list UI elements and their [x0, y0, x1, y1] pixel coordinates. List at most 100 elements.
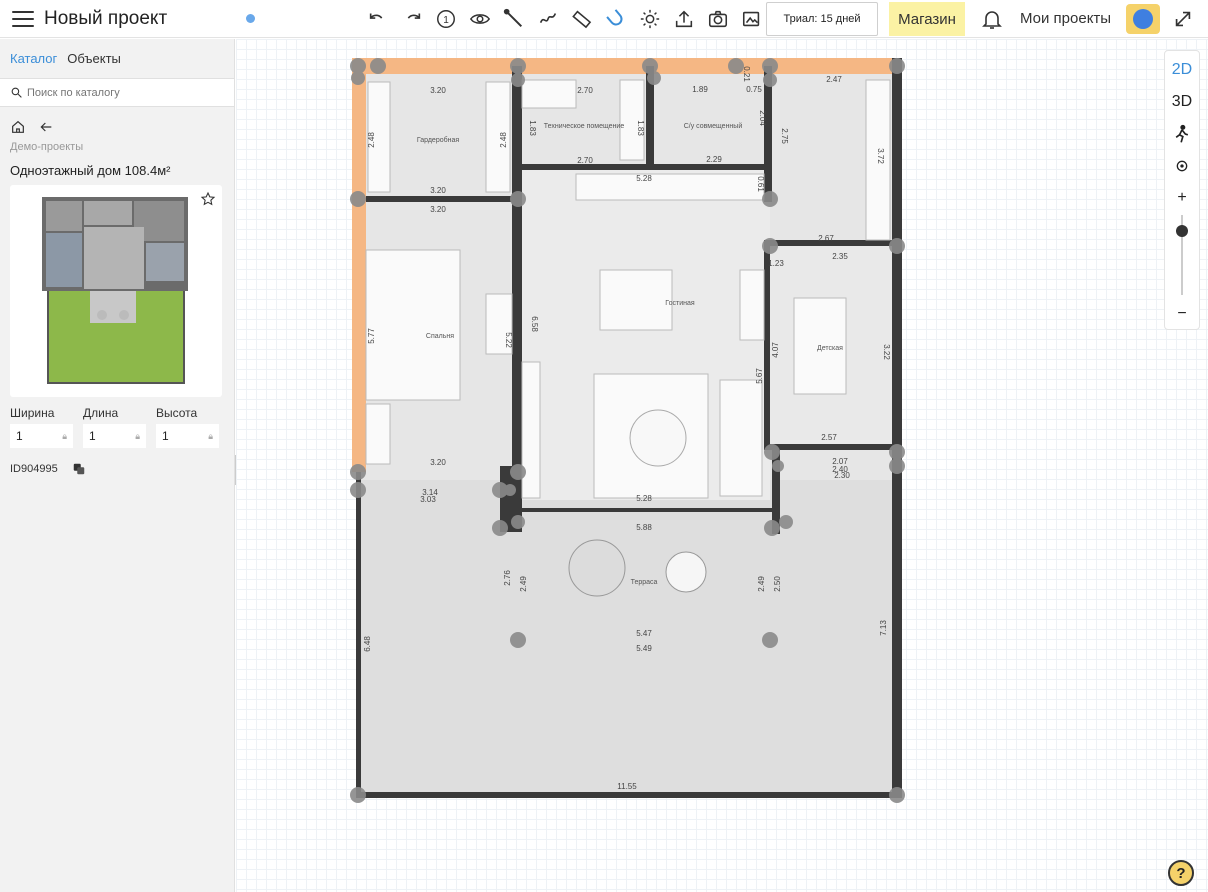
step-number: 1 — [443, 15, 449, 26]
menu-icon[interactable] — [12, 10, 34, 27]
project-title[interactable]: Новый проект — [44, 8, 167, 30]
dim-label: 7.13 — [879, 620, 888, 636]
room-label: С/у совмещенный — [684, 122, 743, 130]
lock-icon: 🔒︎ — [135, 430, 140, 441]
room-label: Гардеробная — [417, 136, 460, 144]
wall-tool-icon[interactable] — [502, 7, 526, 31]
zoom-slider-handle[interactable] — [1176, 225, 1188, 238]
bell-icon[interactable] — [980, 7, 1004, 31]
dim-width: Ширина 1 🔒︎ — [10, 406, 73, 448]
dim-label: 2.48 — [499, 132, 508, 148]
dim-label: 2.70 — [577, 156, 593, 165]
object-id-row: ID904995 — [10, 462, 86, 476]
object-id: ID904995 — [10, 463, 58, 475]
render-icon[interactable] — [740, 7, 764, 31]
view-controls: 2D 3D + − — [1164, 50, 1200, 330]
walk-icon[interactable] — [1172, 121, 1192, 147]
zoom-slider[interactable] — [1176, 215, 1188, 295]
shop-button[interactable]: Магазин — [889, 2, 965, 36]
dim-value: 1 — [16, 429, 23, 443]
zoom-out-button[interactable]: − — [1177, 301, 1186, 327]
undo-icon[interactable] — [366, 7, 390, 31]
dim-label: 3.20 — [430, 86, 446, 95]
lock-icon: 🔒︎ — [208, 430, 213, 441]
back-arrow-icon[interactable] — [38, 119, 54, 135]
redo-icon[interactable] — [400, 7, 424, 31]
floor-plan[interactable]: Гардеробная Техническое помещение С/у со… — [236, 39, 1208, 892]
dim-label: 3.22 — [882, 344, 891, 360]
home-icon[interactable] — [10, 119, 26, 135]
tab-objects[interactable]: Объекты — [67, 51, 121, 66]
room-label: Терраса — [631, 579, 658, 586]
dim-label: 5.88 — [636, 523, 652, 532]
center-view-icon[interactable] — [1174, 153, 1190, 179]
trial-badge[interactable]: Триал: 15 дней — [766, 2, 878, 36]
height-field[interactable]: 1 🔒︎ — [156, 424, 219, 448]
search-icon — [11, 87, 22, 98]
width-field[interactable]: 1 🔒︎ — [10, 424, 73, 448]
dim-label: 5.49 — [636, 644, 652, 653]
upload-icon[interactable] — [672, 7, 696, 31]
dim-label: 5.28 — [636, 174, 652, 183]
ruler-icon[interactable] — [570, 7, 594, 31]
dim-label: 2.04 — [758, 110, 767, 126]
step-icon[interactable]: 1 — [434, 7, 458, 31]
length-field[interactable]: 1 🔒︎ — [83, 424, 146, 448]
sync-status-dot — [246, 14, 255, 23]
eye-icon[interactable] — [468, 7, 492, 31]
nav-row — [10, 119, 54, 135]
dim-label: 2.35 — [832, 252, 848, 261]
dim-label: 5.28 — [636, 494, 652, 503]
dim-label: 2.76 — [503, 570, 512, 586]
dim-label: 11.55 — [617, 782, 637, 791]
dim-length: Длина 1 🔒︎ — [83, 406, 146, 448]
dim-label: 2.50 — [773, 576, 782, 592]
dim-label: 3.20 — [430, 186, 446, 195]
dim-value: 1 — [162, 429, 169, 443]
view-3d-button[interactable]: 3D — [1172, 89, 1192, 115]
dim-label: Ширина — [10, 406, 55, 420]
search-input[interactable] — [27, 86, 207, 99]
dim-label: 1.83 — [636, 120, 645, 136]
dim-label: 1.23 — [768, 259, 784, 268]
copy-icon[interactable] — [72, 462, 86, 476]
lock-icon: 🔒︎ — [62, 430, 67, 441]
dimensions: Ширина 1 🔒︎ Длина 1 🔒︎ Высота 1 🔒︎ — [10, 406, 219, 448]
magnet-icon[interactable] — [604, 7, 628, 31]
dim-label: 1.83 — [528, 120, 537, 136]
dim-label: 5.77 — [367, 328, 376, 344]
zoom-in-button[interactable]: + — [1177, 185, 1186, 211]
dim-label: 0.75 — [746, 85, 762, 94]
fullscreen-icon[interactable] — [1172, 8, 1194, 30]
dim-label: 2.47 — [826, 75, 842, 84]
project-card[interactable] — [10, 185, 222, 397]
tab-catalog[interactable]: Каталог — [10, 51, 57, 66]
dim-label: 4.07 — [771, 342, 780, 358]
star-icon[interactable] — [200, 191, 216, 207]
dim-value: 1 — [89, 429, 96, 443]
plan-canvas[interactable]: Гардеробная Техническое помещение С/у со… — [236, 39, 1208, 892]
toolbar: 1 — [366, 6, 764, 32]
help-button[interactable]: ? — [1168, 860, 1194, 886]
dim-label: 5.47 — [636, 629, 652, 638]
dim-label: 0.61 — [756, 176, 765, 192]
view-2d-button[interactable]: 2D — [1172, 57, 1192, 83]
dim-label: 2.48 — [367, 132, 376, 148]
room-label: Спальня — [426, 333, 454, 340]
sidebar-tabs: Каталог Объекты — [0, 39, 234, 79]
dim-label: 2.49 — [757, 576, 766, 592]
sun-icon[interactable] — [638, 7, 662, 31]
dim-label: Длина — [83, 406, 119, 420]
room-label: Детская — [817, 345, 843, 352]
dim-label: 5.67 — [755, 368, 764, 384]
dim-label: 3.03 — [420, 495, 436, 504]
my-projects-link[interactable]: Мои проекты — [1020, 10, 1111, 27]
avatar[interactable] — [1126, 4, 1160, 34]
draw-icon[interactable] — [536, 7, 560, 31]
camera-icon[interactable] — [706, 7, 730, 31]
dim-label: 2.49 — [519, 576, 528, 592]
dim-height: Высота 1 🔒︎ — [156, 406, 219, 448]
dim-label: 3.72 — [876, 148, 885, 164]
dim-label: 1.89 — [692, 85, 708, 94]
breadcrumb[interactable]: Демо-проекты — [10, 141, 83, 153]
